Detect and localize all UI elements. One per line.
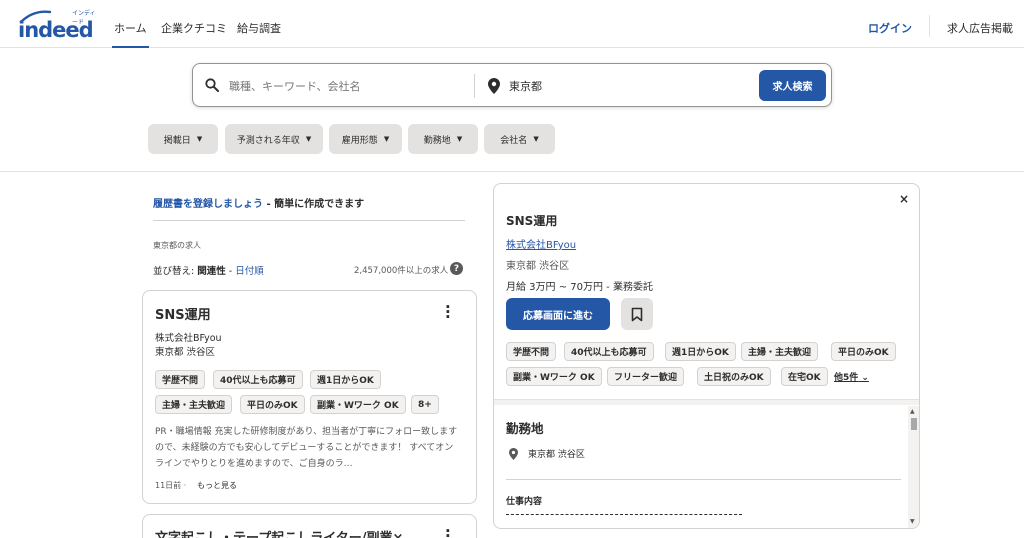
detail-tag: 在宅OK <box>781 367 828 386</box>
resume-promo[interactable]: 履歴書を登録しましょう - 簡単に作成できます <box>153 195 364 210</box>
posted-date-text: 11日前 <box>155 481 182 490</box>
find-jobs-button[interactable]: 求人検索 <box>759 70 826 101</box>
filter-date-posted[interactable]: 掲載日 ▼ <box>148 124 218 154</box>
nav-salary-search[interactable]: 給与調査 <box>237 20 281 36</box>
detail-job-title: SNS運用 <box>506 214 558 228</box>
filter-job-type[interactable]: 雇用形態 ▼ <box>329 124 402 154</box>
filter-location[interactable]: 勤務地 ▼ <box>408 124 478 154</box>
caret-down-icon: ▼ <box>196 135 203 143</box>
nav-company-reviews[interactable]: 企業クチコミ <box>161 20 227 36</box>
scroll-down-arrow-icon[interactable]: ▼ <box>910 518 915 525</box>
work-location-heading: 勤務地 <box>506 421 544 436</box>
more-options-icon[interactable]: ··· <box>445 300 453 325</box>
left-divider <box>153 220 465 221</box>
detail-location: 東京都 渋谷区 <box>506 261 570 272</box>
scroll-up-arrow-icon[interactable]: ▲ <box>910 408 915 415</box>
help-icon[interactable]: ? <box>450 262 463 275</box>
job-title[interactable]: SNS運用 <box>155 304 211 323</box>
work-location-text: 東京都 渋谷区 <box>528 450 585 460</box>
location-pin-icon <box>509 448 518 460</box>
what-search-input[interactable] <box>229 76 469 96</box>
show-more-tags-link[interactable]: 他5件 ⌄ <box>834 370 869 383</box>
detail-divider <box>494 399 919 405</box>
job-tag: 主婦・主夫歓迎 <box>155 395 233 414</box>
resume-promo-text: - 簡単に作成できます <box>263 199 365 210</box>
view-more-link[interactable]: もっと見る <box>197 480 237 491</box>
detail-salary: 月給 3万円 ~ 70万円 - 業務委託 <box>506 282 653 293</box>
caret-down-icon: ▼ <box>383 135 390 143</box>
search-icon <box>205 78 219 92</box>
detail-tag: 主婦・主夫歓迎 <box>741 342 819 361</box>
detail-tag: 学歴不問 <box>506 342 557 361</box>
save-job-button[interactable] <box>621 298 653 330</box>
apply-button[interactable]: 応募画面に進む <box>506 298 610 330</box>
location-jobs-heading: 東京都の求人 <box>153 241 201 250</box>
caret-down-icon: ▼ <box>305 135 312 143</box>
job-card[interactable]: SNS運用 · · · 株式会社BFyou 東京都 渋谷区 学歴不問 40代以上も応… <box>142 290 477 504</box>
detail-tag: 週1日からOK <box>665 342 736 361</box>
more-options-icon[interactable]: ··· <box>445 524 453 538</box>
employer-post-link[interactable]: 求人広告掲載 <box>947 20 1013 36</box>
company-name: 株式会社BFyou <box>155 333 222 344</box>
filters-divider <box>0 171 1024 172</box>
posted-separator: · <box>183 481 187 490</box>
detail-tag: フリーター歓迎 <box>607 367 685 386</box>
resume-link[interactable]: 履歴書を登録しましょう <box>153 199 263 210</box>
more-tags-label: 他5件 <box>834 373 859 383</box>
caret-down-icon: ▼ <box>456 135 463 143</box>
job-title[interactable]: 文字起こし・テープ起こしライター/副業× <box>155 527 403 538</box>
job-tag: 平日のみOK <box>240 395 305 414</box>
header-divider <box>929 15 930 37</box>
filter-company[interactable]: 会社名 ▼ <box>484 124 555 154</box>
logo-wordmark: indeed <box>18 18 94 42</box>
detail-tag: 40代以上も応募可 <box>564 342 654 361</box>
job-description-heading: 仕事内容 <box>506 497 543 507</box>
top-header: インディード indeed ホーム 企業クチコミ 給与調査 ログイン 求人広告掲… <box>0 0 1024 48</box>
login-link[interactable]: ログイン <box>868 20 912 36</box>
filter-label: 会社名 <box>500 135 528 146</box>
bookmark-icon <box>631 307 643 321</box>
job-snippet: PR・職場情報 充実した研修制度があり、担当者が丁寧にフォロー致しますので、未経… <box>155 427 458 469</box>
nav-home[interactable]: ホーム <box>112 20 149 48</box>
detail-scrollbar[interactable]: ▲ ▼ <box>908 406 919 528</box>
location-pin-icon <box>488 78 500 94</box>
filter-label: 雇用形態 <box>341 135 378 146</box>
posted-date: 11日前 · <box>155 480 186 491</box>
filter-label: 掲載日 <box>163 135 191 146</box>
caret-down-icon: ▼ <box>533 135 539 143</box>
job-card[interactable]: 文字起こし・テープ起こしライター/副業× ··· <box>142 514 477 538</box>
chevron-down-icon: ⌄ <box>861 373 869 383</box>
job-tag: 週1日からOK <box>310 370 381 389</box>
search-bar: 求人検索 <box>192 63 832 107</box>
sort-by-date-link[interactable]: 日付順 <box>235 266 264 277</box>
scroll-thumb[interactable] <box>911 418 917 430</box>
job-tag: 副業・Wワーク OK <box>310 395 406 414</box>
detail-company-link[interactable]: 株式会社BFyou <box>506 236 576 251</box>
sort-separator: - <box>225 266 236 277</box>
job-location: 東京都 渋谷区 <box>155 347 216 358</box>
where-location-input[interactable] <box>509 76 709 96</box>
filter-salary[interactable]: 予測される年収 ▼ <box>225 124 323 154</box>
job-tag: 学歴不問 <box>155 370 206 389</box>
filter-label: 勤務地 <box>423 135 451 146</box>
more-tags-badge: 8+ <box>411 395 439 414</box>
indeed-logo[interactable]: インディード indeed <box>18 8 98 42</box>
sort-control: 並び替え: 関連性 - 日付順 <box>153 263 264 277</box>
filter-label: 予測される年収 <box>236 135 300 146</box>
detail-tag: 平日のみOK <box>831 342 896 361</box>
job-detail-panel: × SNS運用 株式会社BFyou 東京都 渋谷区 月給 3万円 ~ 70万円 … <box>493 183 920 529</box>
close-icon[interactable]: × <box>899 192 909 206</box>
search-divider <box>474 74 475 98</box>
detail-tag: 土日祝のみOK <box>697 367 771 386</box>
job-tag: 40代以上も応募可 <box>213 370 303 389</box>
job-count: 2,457,000件以上の求人 <box>354 266 449 276</box>
dashed-separator <box>506 514 742 515</box>
sort-prefix: 並び替え: <box>153 266 198 277</box>
sort-relevance: 関連性 <box>197 266 226 277</box>
detail-tag: 副業・Wワーク OK <box>506 367 602 386</box>
section-divider <box>506 479 901 480</box>
